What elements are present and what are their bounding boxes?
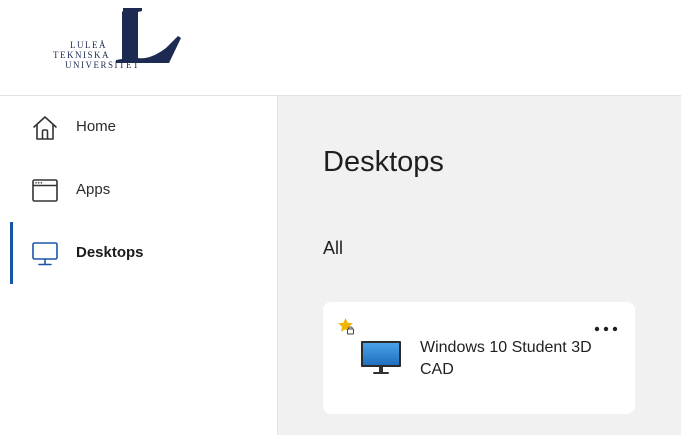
sidebar-item-desktops[interactable]: Desktops: [0, 222, 277, 284]
desktop-name[interactable]: Windows 10 Student 3D CAD: [420, 337, 620, 381]
main-content: Desktops All Windows 10 Student 3D CAD: [278, 96, 681, 435]
active-indicator: [10, 222, 13, 284]
favorite-star-icon[interactable]: [337, 317, 356, 336]
sidebar-item-label: Apps: [76, 181, 111, 198]
ltu-logo[interactable]: LULEÅ TEKNISKA UNIVERSITET: [50, 8, 185, 76]
sidebar-item-label: Desktops: [76, 244, 144, 261]
window-icon: [32, 179, 58, 202]
home-icon: [33, 116, 57, 140]
desktop-card[interactable]: Windows 10 Student 3D CAD: [323, 302, 635, 414]
logo-text-tekniska: TEKNISKA: [53, 50, 110, 60]
page-title: Desktops: [323, 146, 444, 178]
section-title: All: [323, 238, 344, 258]
workspace-page: LULEÅ TEKNISKA UNIVERSITET Home Apps Des…: [0, 0, 681, 435]
sidebar-item-home[interactable]: Home: [0, 96, 277, 158]
logo-text-lulea: LULEÅ: [70, 40, 107, 50]
monitor-icon: [32, 242, 58, 266]
header: LULEÅ TEKNISKA UNIVERSITET: [0, 0, 681, 96]
logo-text-universitet: UNIVERSITET: [65, 60, 140, 70]
sidebar-item-apps[interactable]: Apps: [0, 159, 277, 221]
desktop-monitor-icon: [361, 341, 401, 374]
more-options-icon[interactable]: [592, 319, 622, 339]
sidebar-item-label: Home: [76, 118, 117, 135]
sidebar: Home Apps Desktops: [0, 96, 278, 435]
